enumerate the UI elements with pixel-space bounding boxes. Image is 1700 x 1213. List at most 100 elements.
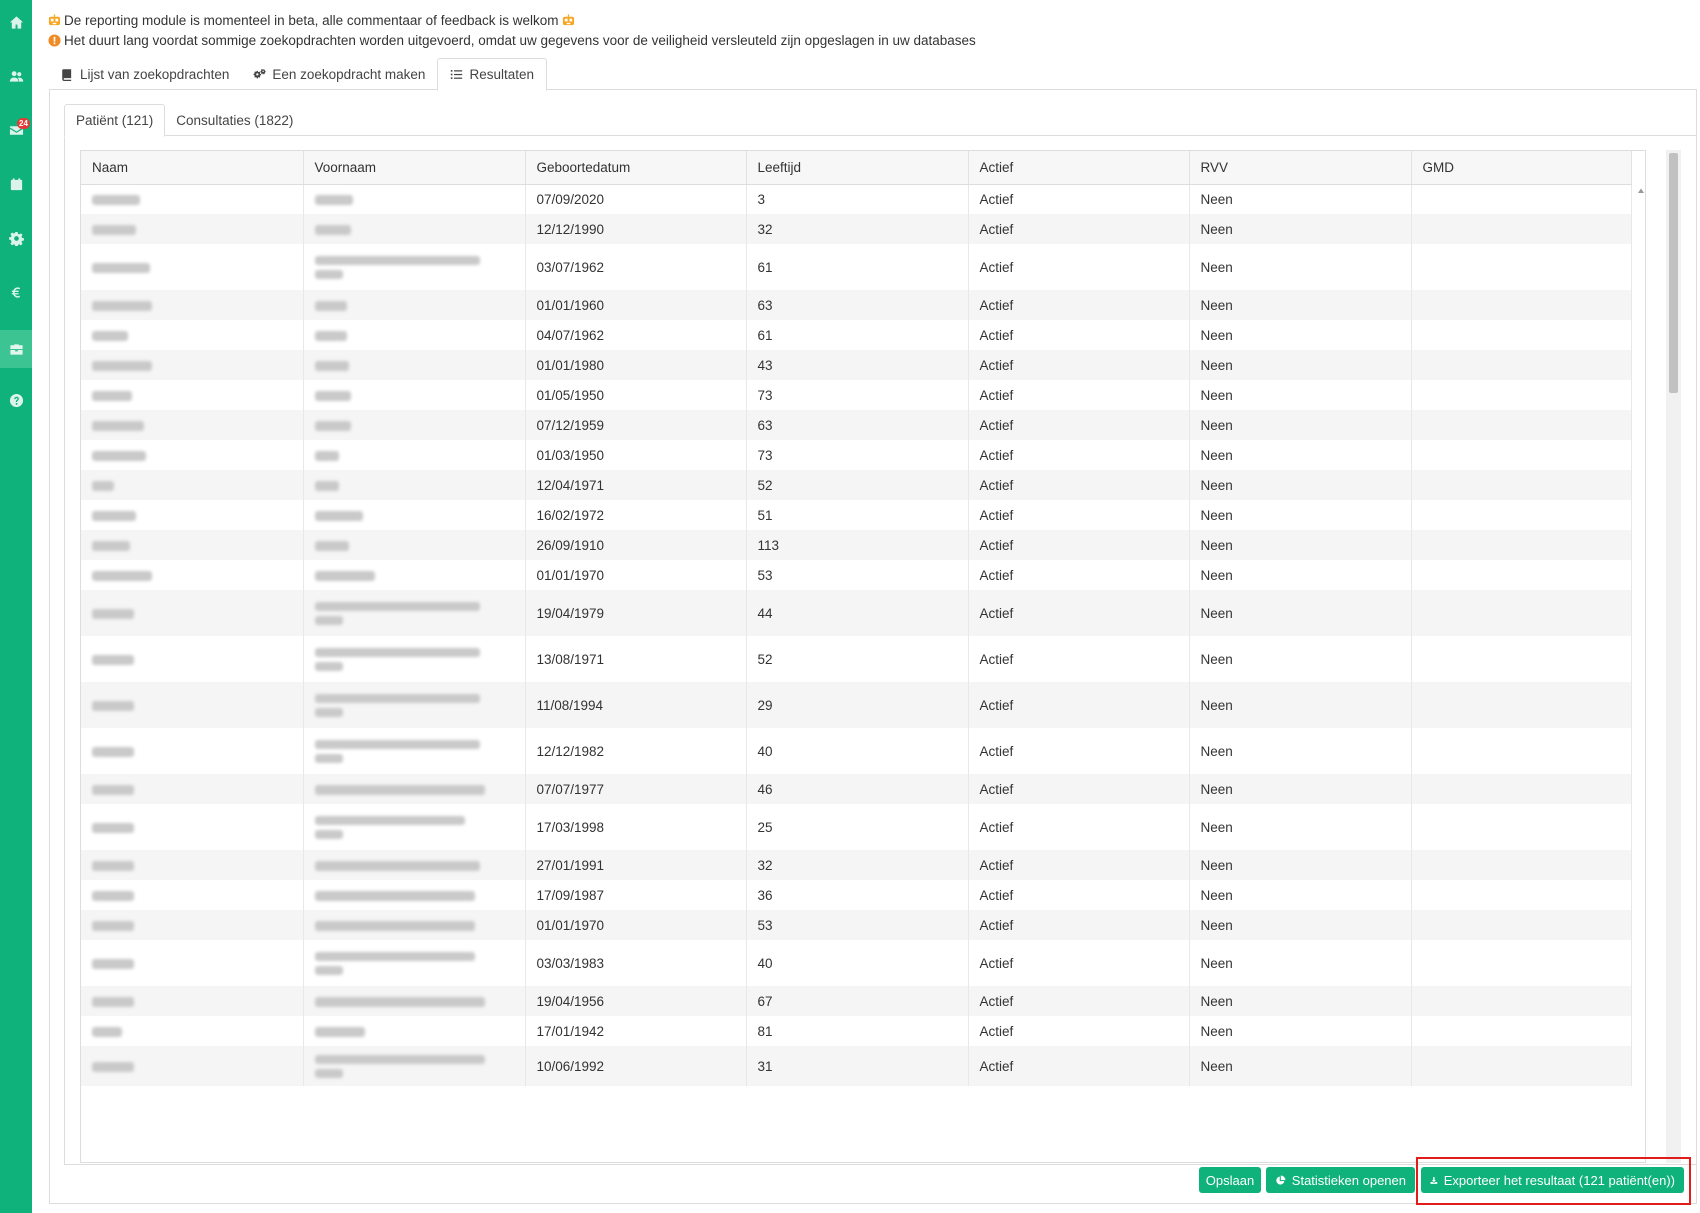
tab-patients[interactable]: Patiënt (121) — [64, 104, 166, 137]
gear-icon[interactable] — [0, 222, 32, 254]
table-row[interactable]: 04/07/1962 61 Actief Neen — [81, 320, 1632, 350]
toolbox-icon[interactable] — [0, 330, 32, 368]
cell-actief: Actief — [968, 1046, 1190, 1086]
cell-actief: Actief — [968, 530, 1190, 560]
cell-naam-redacted — [81, 500, 304, 530]
cell-actief: Actief — [968, 728, 1190, 774]
cell-geboortedatum: 19/04/1956 — [525, 986, 747, 1016]
table-row[interactable]: 17/01/1942 81 Actief Neen — [81, 1016, 1632, 1046]
table-vertical-scrollbar[interactable] — [1666, 150, 1681, 1163]
cell-leeftijd: 52 — [746, 470, 969, 500]
table-row[interactable]: 01/01/1960 63 Actief Neen — [81, 290, 1632, 320]
cell-voornaam-redacted — [303, 1046, 526, 1086]
cell-leeftijd: 43 — [746, 350, 969, 380]
cell-rvv: Neen — [1189, 1016, 1412, 1046]
cell-gmd — [1411, 244, 1632, 290]
table-row[interactable]: 26/09/1910 113 Actief Neen — [81, 530, 1632, 560]
cell-naam-redacted — [81, 1046, 304, 1086]
cell-gmd — [1411, 728, 1632, 774]
table-row[interactable]: 12/04/1971 52 Actief Neen — [81, 470, 1632, 500]
cell-leeftijd: 25 — [746, 804, 969, 850]
table-row[interactable]: 17/03/1998 25 Actief Neen — [81, 804, 1632, 850]
cell-voornaam-redacted — [303, 244, 526, 290]
table-row[interactable]: 12/12/1982 40 Actief Neen — [81, 728, 1632, 774]
cell-naam-redacted — [81, 470, 304, 500]
cell-leeftijd: 61 — [746, 320, 969, 350]
cell-naam-redacted — [81, 184, 304, 214]
table-row[interactable]: 01/01/1970 53 Actief Neen — [81, 560, 1632, 590]
table-row[interactable]: 01/01/1970 53 Actief Neen — [81, 910, 1632, 940]
column-header-voornaam[interactable]: Voornaam — [303, 151, 526, 185]
cell-rvv: Neen — [1189, 774, 1412, 804]
table-row[interactable]: 16/02/1972 51 Actief Neen — [81, 500, 1632, 530]
result-tabs: Patiënt (121) Consultaties (1822) — [64, 104, 304, 137]
tab-create-query[interactable]: Een zoekopdracht maken — [241, 58, 437, 90]
table-row[interactable]: 19/04/1979 44 Actief Neen — [81, 590, 1632, 636]
calendar-icon[interactable] — [0, 168, 32, 200]
home-icon[interactable] — [0, 6, 32, 38]
table-row[interactable]: 19/04/1956 67 Actief Neen — [81, 986, 1632, 1016]
table-row[interactable]: 07/12/1959 63 Actief Neen — [81, 410, 1632, 440]
cell-voornaam-redacted — [303, 440, 526, 470]
table-row[interactable]: 27/01/1991 32 Actief Neen — [81, 850, 1632, 880]
cell-rvv: Neen — [1189, 682, 1412, 728]
cell-geboortedatum: 07/12/1959 — [525, 410, 747, 440]
tab-consultations[interactable]: Consultaties (1822) — [165, 104, 304, 136]
table-row[interactable]: 12/12/1990 32 Actief Neen — [81, 214, 1632, 244]
save-button[interactable]: Opslaan — [1199, 1167, 1261, 1193]
cell-rvv: Neen — [1189, 530, 1412, 560]
cell-actief: Actief — [968, 380, 1190, 410]
table-row[interactable]: 11/08/1994 29 Actief Neen — [81, 682, 1632, 728]
column-header-naam[interactable]: Naam — [81, 151, 304, 185]
table-row[interactable]: 01/05/1950 73 Actief Neen — [81, 380, 1632, 410]
cell-gmd — [1411, 530, 1632, 560]
table-scroll-up-arrow[interactable] — [1637, 187, 1645, 195]
table-row[interactable]: 13/08/1971 52 Actief Neen — [81, 636, 1632, 682]
table-row[interactable]: 07/09/2020 3 Actief Neen — [81, 184, 1632, 214]
cell-gmd — [1411, 682, 1632, 728]
mail-icon[interactable]: 24 — [0, 114, 32, 146]
table-row[interactable]: 01/03/1950 73 Actief Neen — [81, 440, 1632, 470]
cell-leeftijd: 36 — [746, 880, 969, 910]
cell-voornaam-redacted — [303, 350, 526, 380]
column-header-actief[interactable]: Actief — [968, 151, 1190, 185]
table-row[interactable]: 07/07/1977 46 Actief Neen — [81, 774, 1632, 804]
euro-icon[interactable] — [0, 276, 32, 308]
cell-actief: Actief — [968, 850, 1190, 880]
open-statistics-button[interactable]: Statistieken openen — [1266, 1167, 1415, 1193]
cell-voornaam-redacted — [303, 560, 526, 590]
cell-geboortedatum: 19/04/1979 — [525, 590, 747, 636]
table-row[interactable]: 03/03/1983 40 Actief Neen — [81, 940, 1632, 986]
column-header-gmd[interactable]: GMD — [1411, 151, 1632, 185]
cell-voornaam-redacted — [303, 590, 526, 636]
cell-gmd — [1411, 440, 1632, 470]
table-row[interactable]: 03/07/1962 61 Actief Neen — [81, 244, 1632, 290]
cell-rvv: Neen — [1189, 560, 1412, 590]
sidebar: 24 — [0, 0, 32, 1213]
cell-gmd — [1411, 1016, 1632, 1046]
cell-naam-redacted — [81, 880, 304, 910]
table-row[interactable]: 10/06/1992 31 Actief Neen — [81, 1046, 1632, 1086]
cell-voornaam-redacted — [303, 184, 526, 214]
help-icon[interactable] — [0, 384, 32, 416]
column-header-leeftijd[interactable]: Leeftijd — [746, 151, 969, 185]
cell-rvv: Neen — [1189, 500, 1412, 530]
table-header-row: Naam Voornaam Geboortedatum Leeftijd Act… — [81, 151, 1632, 185]
cell-naam-redacted — [81, 682, 304, 728]
column-header-rvv[interactable]: RVV — [1189, 151, 1412, 185]
cell-voornaam-redacted — [303, 470, 526, 500]
cell-geboortedatum: 12/12/1982 — [525, 728, 747, 774]
tab-query-list[interactable]: Lijst van zoekopdrachten — [49, 58, 241, 90]
users-icon[interactable] — [0, 60, 32, 92]
cell-rvv: Neen — [1189, 636, 1412, 682]
scrollbar-thumb[interactable] — [1669, 153, 1678, 393]
table-row[interactable]: 01/01/1980 43 Actief Neen — [81, 350, 1632, 380]
cell-actief: Actief — [968, 636, 1190, 682]
tab-results[interactable]: Resultaten — [437, 58, 547, 91]
cell-rvv: Neen — [1189, 320, 1412, 350]
cell-leeftijd: 73 — [746, 440, 969, 470]
cell-leeftijd: 52 — [746, 636, 969, 682]
column-header-geboortedatum[interactable]: Geboortedatum — [525, 151, 747, 185]
table-row[interactable]: 17/09/1987 36 Actief Neen — [81, 880, 1632, 910]
cell-gmd — [1411, 986, 1632, 1016]
